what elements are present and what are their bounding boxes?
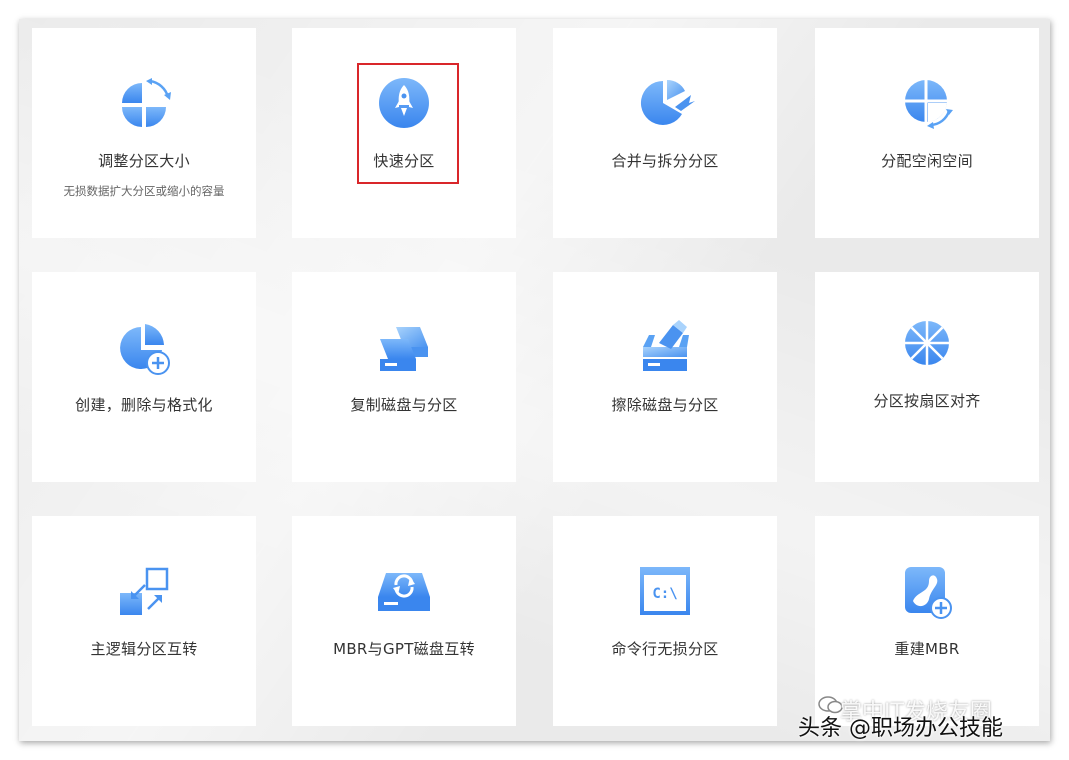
svg-text:C:\: C:\ bbox=[652, 586, 677, 602]
create-partition-icon bbox=[120, 324, 170, 375]
command-line-icon: C:\ bbox=[640, 567, 690, 615]
card-resize-partition[interactable]: 调整分区大小 无损数据扩大分区或缩小的容量 bbox=[32, 28, 256, 238]
card-title: 命令行无损分区 bbox=[611, 640, 719, 658]
card-mbr-gpt[interactable]: MBR与GPT磁盘互转 bbox=[292, 516, 516, 726]
card-command-line[interactable]: C:\ 命令行无损分区 bbox=[553, 516, 777, 726]
card-merge-split[interactable]: 合并与拆分分区 bbox=[553, 28, 777, 238]
allocate-space-icon bbox=[905, 80, 953, 129]
wipe-disk-icon bbox=[643, 320, 689, 371]
card-wipe-disk[interactable]: 擦除磁盘与分区 bbox=[553, 272, 777, 482]
card-description: 无损数据扩大分区或缩小的容量 bbox=[63, 184, 225, 198]
card-title: MBR与GPT磁盘互转 bbox=[333, 640, 475, 658]
rocket-icon bbox=[379, 78, 429, 128]
card-title: 分区按扇区对齐 bbox=[873, 392, 981, 410]
card-rebuild-mbr[interactable]: 重建MBR bbox=[815, 516, 1039, 726]
card-title: 重建MBR bbox=[894, 640, 960, 658]
merge-split-icon bbox=[640, 79, 695, 125]
card-quick-partition[interactable]: 快速分区 bbox=[292, 28, 516, 238]
card-title: 主逻辑分区互转 bbox=[90, 640, 198, 658]
card-title: 合并与拆分分区 bbox=[611, 152, 719, 170]
card-title: 创建，删除与格式化 bbox=[75, 396, 213, 414]
card-title: 擦除磁盘与分区 bbox=[611, 396, 719, 414]
card-create-delete-format[interactable]: 创建，删除与格式化 bbox=[32, 272, 256, 482]
card-title: 调整分区大小 bbox=[98, 152, 190, 170]
card-primary-logical[interactable]: 主逻辑分区互转 bbox=[32, 516, 256, 726]
card-title: 分配空闲空间 bbox=[881, 152, 973, 170]
mbr-gpt-convert-icon bbox=[378, 573, 430, 611]
sector-align-icon bbox=[905, 321, 949, 365]
card-copy-disk[interactable]: 复制磁盘与分区 bbox=[292, 272, 516, 482]
copy-disk-icon bbox=[380, 327, 428, 371]
card-title: 复制磁盘与分区 bbox=[350, 396, 458, 414]
primary-logical-convert-icon bbox=[120, 567, 169, 615]
resize-partition-icon bbox=[122, 78, 171, 127]
card-title: 快速分区 bbox=[373, 152, 435, 170]
card-sector-align[interactable]: 分区按扇区对齐 bbox=[815, 272, 1039, 482]
rebuild-mbr-icon bbox=[905, 567, 952, 619]
card-allocate-space[interactable]: 分配空闲空间 bbox=[815, 28, 1039, 238]
